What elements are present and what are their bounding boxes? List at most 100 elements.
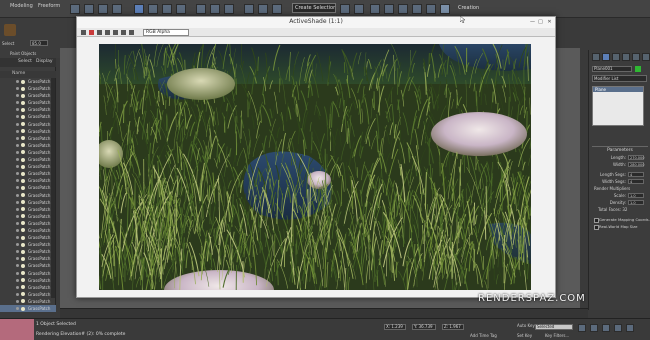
explorer-item[interactable]: GrassPatch — [0, 298, 56, 305]
explorer-item[interactable]: GrassPatch — [0, 78, 56, 85]
visibility-icon[interactable] — [21, 185, 25, 190]
visibility-icon[interactable] — [21, 129, 25, 134]
explorer-item[interactable]: GrassPatch — [0, 284, 56, 291]
freeze-icon[interactable] — [16, 207, 19, 211]
explorer-scrollbar[interactable] — [51, 78, 55, 298]
menu-freeform[interactable]: Freeform — [38, 3, 60, 9]
freeze-icon[interactable] — [16, 271, 19, 275]
schematic-view-icon[interactable] — [398, 4, 408, 14]
percent-snap-icon[interactable] — [272, 4, 282, 14]
motion-tab-icon[interactable] — [622, 53, 630, 61]
freeze-icon[interactable] — [16, 214, 19, 218]
maximize-icon[interactable]: □ — [537, 19, 544, 25]
unlink-icon[interactable] — [112, 4, 122, 14]
maxscript-listener[interactable] — [0, 319, 34, 340]
render-setup-icon[interactable] — [426, 4, 436, 14]
mirror-icon[interactable] — [340, 4, 350, 14]
display-tab-icon[interactable] — [632, 53, 640, 61]
channel-display-dropdown[interactable]: RGB Alpha — [143, 29, 189, 36]
undo-icon[interactable] — [70, 4, 80, 14]
visibility-icon[interactable] — [21, 114, 25, 119]
freeze-icon[interactable] — [16, 129, 19, 133]
visibility-icon[interactable] — [21, 263, 25, 268]
scale-icon[interactable] — [224, 4, 234, 14]
explorer-name-column[interactable]: Name — [0, 71, 56, 78]
select-by-name-icon[interactable] — [148, 4, 158, 14]
visibility-icon[interactable] — [21, 79, 25, 84]
explorer-item[interactable]: GrassPatch — [0, 192, 56, 199]
length-field[interactable]: 270.000 — [628, 155, 644, 160]
explorer-item[interactable]: GrassPatch — [0, 92, 56, 99]
rotate-icon[interactable] — [210, 4, 220, 14]
visibility-icon[interactable] — [21, 221, 25, 226]
layer-manager-icon[interactable] — [370, 4, 380, 14]
explorer-item[interactable]: GrassPatch — [0, 262, 56, 269]
next-frame-icon[interactable] — [590, 324, 598, 332]
visibility-icon[interactable] — [21, 214, 25, 219]
visibility-icon[interactable] — [21, 271, 25, 276]
link-icon[interactable] — [98, 4, 108, 14]
visibility-icon[interactable] — [21, 93, 25, 98]
menu-modeling[interactable]: Modeling — [10, 3, 33, 9]
freeze-icon[interactable] — [16, 228, 19, 232]
parameters-title[interactable]: Parameters — [592, 146, 648, 153]
x-coordinate-field[interactable]: X: 1.239 — [384, 324, 406, 330]
freeze-icon[interactable] — [16, 179, 19, 183]
explorer-item[interactable]: GrassPatch — [0, 277, 56, 284]
explorer-tab-select[interactable]: Select — [18, 59, 32, 64]
freeze-icon[interactable] — [16, 250, 19, 254]
visibility-icon[interactable] — [21, 306, 25, 311]
explorer-item[interactable]: GrassPatch — [0, 206, 56, 213]
close-icon[interactable]: ✕ — [546, 19, 553, 25]
visibility-icon[interactable] — [21, 299, 25, 304]
align-icon[interactable] — [354, 4, 364, 14]
explorer-item[interactable]: GrassPatch — [0, 305, 56, 313]
explorer-item[interactable]: GrassPatch — [0, 135, 56, 142]
visibility-icon[interactable] — [21, 143, 25, 148]
explorer-item[interactable]: GrassPatch — [0, 149, 56, 156]
freeze-icon[interactable] — [16, 292, 19, 296]
freeze-icon[interactable] — [16, 307, 19, 310]
length-segs-field[interactable]: 4 — [628, 172, 644, 177]
y-coordinate-field[interactable]: Y: 36.739 — [412, 324, 436, 330]
orbit-icon[interactable] — [626, 324, 634, 332]
add-time-tag-button[interactable]: Add Time Tag — [470, 333, 497, 338]
visibility-icon[interactable] — [21, 122, 25, 127]
visibility-icon[interactable] — [21, 157, 25, 162]
utilities-tab-icon[interactable] — [642, 53, 650, 61]
workspace-label[interactable]: Creation — [458, 5, 479, 11]
freeze-icon[interactable] — [16, 115, 19, 119]
freeze-icon[interactable] — [16, 108, 19, 112]
key-filters-button[interactable]: Key Filters... — [545, 333, 569, 338]
visibility-icon[interactable] — [21, 207, 25, 212]
visibility-icon[interactable] — [21, 107, 25, 112]
visibility-icon[interactable] — [21, 235, 25, 240]
explorer-item[interactable]: GrassPatch — [0, 121, 56, 128]
explorer-item[interactable]: GrassPatch — [0, 220, 56, 227]
freeze-icon[interactable] — [16, 101, 19, 105]
pan-icon[interactable] — [614, 324, 622, 332]
density-field[interactable]: 1.0 — [628, 200, 644, 205]
window-crossing-icon[interactable] — [176, 4, 186, 14]
freeze-icon[interactable] — [16, 136, 19, 140]
snap-icon[interactable] — [244, 4, 254, 14]
explorer-item[interactable]: GrassPatch — [0, 113, 56, 120]
freeze-icon[interactable] — [16, 158, 19, 162]
freeze-icon[interactable] — [16, 264, 19, 268]
visibility-icon[interactable] — [21, 292, 25, 297]
explorer-item[interactable]: GrassPatch — [0, 270, 56, 277]
angle-snap-icon[interactable] — [258, 4, 268, 14]
freeze-icon[interactable] — [16, 87, 19, 91]
visibility-icon[interactable] — [21, 228, 25, 233]
freeze-icon[interactable] — [16, 236, 19, 240]
freeze-icon[interactable] — [16, 243, 19, 247]
visibility-icon[interactable] — [21, 285, 25, 290]
create-tab-icon[interactable] — [592, 53, 600, 61]
explorer-item[interactable]: GrassPatch — [0, 156, 56, 163]
modifier-list-dropdown[interactable]: Modifier List — [592, 75, 647, 82]
freeze-icon[interactable] — [16, 165, 19, 169]
named-selection-sets-dropdown[interactable]: Create Selection Se — [292, 3, 336, 13]
hierarchy-tab-icon[interactable] — [612, 53, 620, 61]
explorer-item[interactable]: GrassPatch — [0, 85, 56, 92]
freeze-icon[interactable] — [16, 80, 19, 83]
